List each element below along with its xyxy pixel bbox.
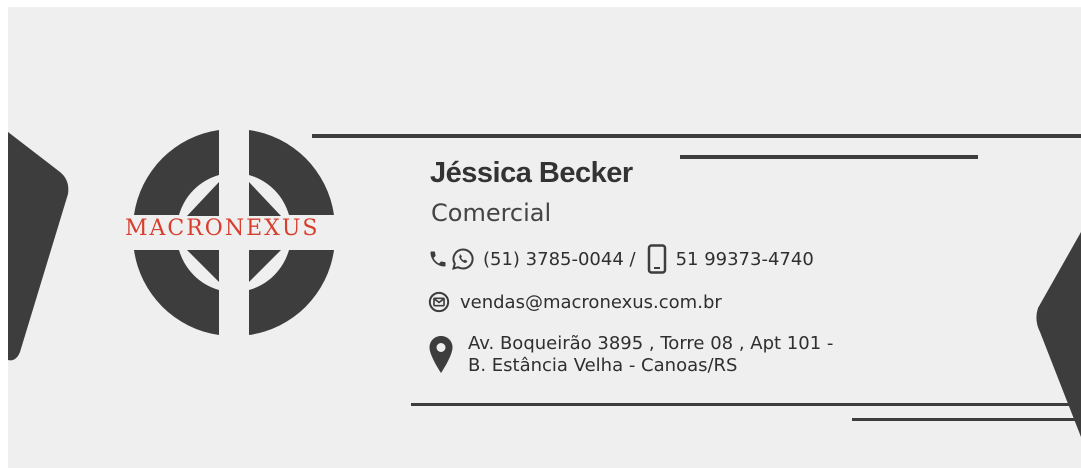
location-pin-icon bbox=[429, 336, 453, 373]
whatsapp-icon bbox=[452, 248, 474, 270]
person-role: Comercial bbox=[431, 199, 552, 227]
bottom-divider-line bbox=[411, 403, 1081, 406]
address-row: Av. Boqueirão 3895 , Torre 08 , Apt 101 … bbox=[428, 333, 833, 377]
email-signature-card: MACRONEXUS Jéssica Becker Comercial (51)… bbox=[8, 7, 1081, 468]
top-divider-line bbox=[312, 134, 1081, 138]
phone-row: (51) 3785-0044 / 51 99373-4740 bbox=[428, 244, 814, 274]
mobile-number: 51 99373-4740 bbox=[675, 248, 814, 270]
name-underline bbox=[680, 155, 978, 159]
left-decorative-shape bbox=[8, 132, 69, 361]
brand-name: MACRONEXUS bbox=[125, 216, 320, 241]
email-address[interactable]: vendas@macronexus.com.br bbox=[460, 292, 722, 313]
email-icon bbox=[428, 291, 450, 313]
bottom-accent-line bbox=[852, 418, 1081, 421]
email-row[interactable]: vendas@macronexus.com.br bbox=[428, 291, 722, 313]
address-line-1: Av. Boqueirão 3895 , Torre 08 , Apt 101 … bbox=[468, 333, 834, 354]
person-name: Jéssica Becker bbox=[430, 157, 633, 189]
right-decorative-shape bbox=[1036, 232, 1081, 437]
address-line-2: B. Estância Velha - Canoas/RS bbox=[468, 355, 738, 376]
phone-icon bbox=[430, 251, 446, 267]
mobile-phone-icon bbox=[647, 244, 666, 274]
phone-numbers: (51) 3785-0044 / bbox=[483, 248, 636, 270]
